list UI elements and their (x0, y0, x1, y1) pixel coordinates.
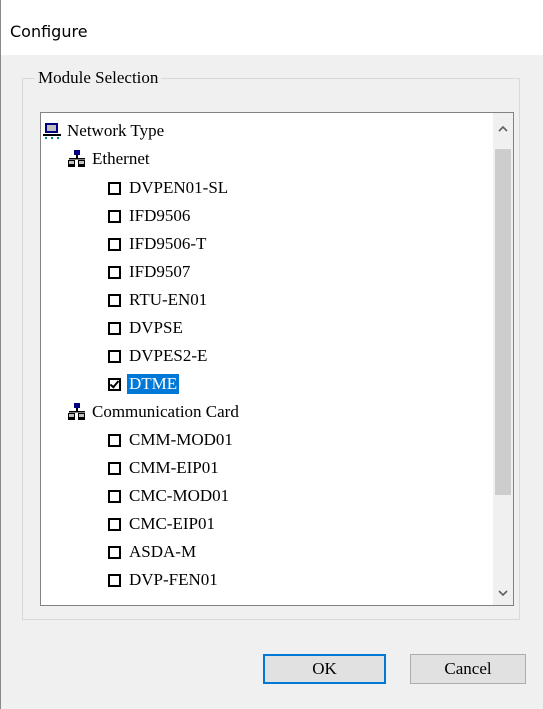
tree-item-ifd9506-t[interactable]: IFD9506-T (108, 232, 206, 256)
tree-item-ifd9506[interactable]: IFD9506 (108, 204, 190, 228)
window-border (0, 55, 1, 709)
chevron-down-icon (498, 590, 508, 596)
checkbox[interactable] (108, 237, 121, 251)
tree-category-communication-card[interactable]: Communication Card (68, 400, 239, 424)
network-hierarchy-icon (68, 150, 85, 167)
tree-root-label: Network Type (67, 121, 165, 140)
tree-item-label: CMM-MOD01 (129, 430, 233, 449)
tree-category-label: Communication Card (92, 402, 239, 421)
ok-button[interactable]: OK (263, 654, 386, 684)
tree-item-label: CMC-EIP01 (129, 514, 215, 533)
chevron-up-icon (498, 126, 508, 132)
tree-item-label: IFD9507 (129, 262, 191, 281)
checkbox[interactable] (108, 433, 121, 447)
vertical-scrollbar[interactable] (493, 113, 513, 605)
tree-item-asda-m[interactable]: ASDA-M (108, 540, 196, 564)
tree-item-label: ASDA-M (129, 542, 197, 561)
checkbox[interactable] (108, 489, 121, 503)
checkbox[interactable] (108, 461, 121, 475)
tree-item-label: CMM-EIP01 (129, 458, 219, 477)
tree-item-cmc-eip01[interactable]: CMC-EIP01 (108, 512, 215, 536)
tree-item-dvpen01-sl[interactable]: DVPEN01-SL (108, 176, 228, 200)
checkbox[interactable] (108, 517, 121, 531)
tree-item-label: IFD9506 (129, 206, 191, 225)
tree-item-label: RTU-EN01 (129, 290, 208, 309)
tree-item-ifd9507[interactable]: IFD9507 (108, 260, 190, 284)
checkbox[interactable] (108, 349, 121, 363)
tree-item-rtu-en01[interactable]: RTU-EN01 (108, 288, 207, 312)
checkbox[interactable] (108, 181, 121, 195)
checkbox[interactable] (108, 573, 121, 587)
tree-item-label: DVP-FEN01 (129, 570, 218, 589)
cancel-button[interactable]: Cancel (410, 654, 526, 684)
window-title: Configure (10, 22, 88, 41)
tree-category-label: Ethernet (92, 149, 150, 168)
checkbox[interactable] (108, 293, 121, 307)
tree-item-dvpse[interactable]: DVPSE (108, 316, 183, 340)
tree-item-dvpes2-e[interactable]: DVPES2-E (108, 344, 207, 368)
scroll-down-button[interactable] (493, 583, 513, 603)
title-bar: Configure (0, 0, 543, 55)
group-label: Module Selection (35, 68, 162, 88)
tree-item-label: DVPEN01-SL (129, 178, 229, 197)
tree-item-dvp-fen01[interactable]: DVP-FEN01 (108, 568, 218, 592)
tree-item-label-selected: DTME (127, 374, 180, 394)
tree-item-cmm-mod01[interactable]: CMM-MOD01 (108, 428, 233, 452)
tree-root-network-type[interactable]: Network Type (43, 119, 164, 143)
network-type-tree[interactable]: Network Type Ethernet DVPEN01-SL IFD9506… (40, 112, 514, 606)
checkbox[interactable] (108, 265, 121, 279)
tree-item-dtme[interactable]: DTME (108, 372, 180, 396)
tree-category-ethernet[interactable]: Ethernet (68, 147, 150, 171)
network-hierarchy-icon (68, 403, 85, 420)
tree-item-label: DVPSE (129, 318, 183, 337)
checkbox[interactable] (108, 209, 121, 223)
checkbox-checked[interactable] (108, 377, 121, 391)
scroll-up-button[interactable] (493, 119, 513, 139)
network-computer-icon (43, 123, 61, 139)
checkbox[interactable] (108, 321, 121, 335)
scrollbar-thumb[interactable] (495, 149, 511, 495)
checkbox[interactable] (108, 545, 121, 559)
tree-item-label: DVPES2-E (129, 346, 208, 365)
tree-item-cmc-mod01[interactable]: CMC-MOD01 (108, 484, 229, 508)
tree-item-cmm-eip01[interactable]: CMM-EIP01 (108, 456, 219, 480)
tree-item-label: IFD9506-T (129, 234, 207, 253)
tree-item-label: CMC-MOD01 (129, 486, 230, 505)
